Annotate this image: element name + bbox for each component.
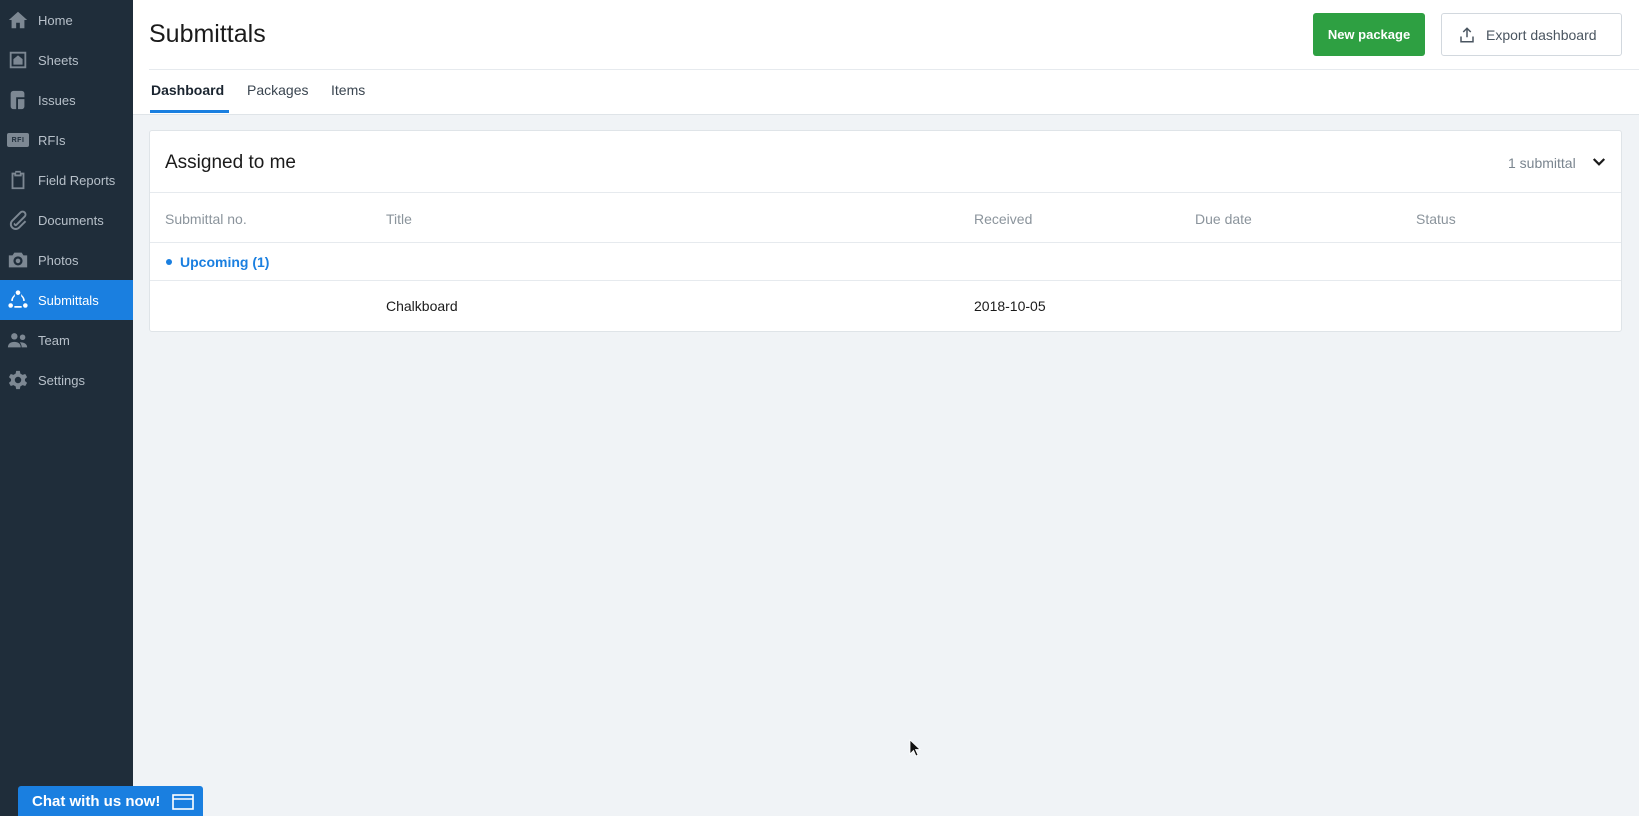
divider [150,192,1621,193]
column-header-received[interactable]: Received [974,211,1032,227]
export-dashboard-button[interactable]: Export dashboard [1441,13,1622,56]
card-title: Assigned to me [165,152,296,173]
sidebar-item-label: Issues [38,93,76,108]
header-divider [149,69,1639,70]
group-bullet [166,259,172,265]
column-header-due-date[interactable]: Due date [1195,211,1252,227]
group-upcoming[interactable]: Upcoming (1) [180,254,269,270]
new-package-button[interactable]: New package [1313,13,1425,56]
rfi-badge: RFI [7,133,29,147]
column-header-status[interactable]: Status [1416,211,1456,227]
sidebar: Home Sheets Issues RFI RFIs Field Report… [0,0,133,816]
submittals-icon [6,289,30,311]
mouse-cursor-icon [909,739,921,757]
divider [150,280,1621,281]
sidebar-item-documents[interactable]: Documents [0,200,133,240]
rfi-icon: RFI [6,129,30,151]
team-icon [6,329,30,351]
submittal-count: 1 submittal [1508,155,1576,171]
tab-packages[interactable]: Packages [247,82,308,98]
sidebar-item-sheets[interactable]: Sheets [0,40,133,80]
chat-label: Chat with us now! [32,793,161,810]
active-tab-indicator [150,110,229,113]
sidebar-item-home[interactable]: Home [0,0,133,40]
sidebar-item-team[interactable]: Team [0,320,133,360]
sidebar-item-label: Photos [38,253,79,268]
sidebar-item-label: RFIs [38,133,66,148]
sidebar-item-label: Submittals [38,293,99,308]
sidebar-item-label: Settings [38,373,85,388]
sidebar-item-rfis[interactable]: RFI RFIs [0,120,133,160]
chevron-down-icon[interactable] [1590,153,1608,171]
divider [150,242,1621,243]
clipboard-icon [6,169,30,191]
gear-icon [6,369,30,391]
cell-received: 2018-10-05 [974,298,1046,314]
sidebar-item-label: Documents [38,213,104,228]
page-title: Submittals [149,20,266,48]
sidebar-item-settings[interactable]: Settings [0,360,133,400]
assigned-to-me-card: Assigned to me 1 submittal Submittal no.… [149,130,1622,332]
export-icon [1460,27,1474,43]
sidebar-item-submittals[interactable]: Submittals [0,280,133,320]
sidebar-item-issues[interactable]: Issues [0,80,133,120]
tab-items[interactable]: Items [331,82,365,98]
export-dashboard-label: Export dashboard [1486,27,1597,43]
column-header-title[interactable]: Title [386,211,412,227]
sidebar-item-label: Home [38,13,73,28]
chat-widget-button[interactable]: Chat with us now! [18,786,203,816]
camera-icon [6,249,30,271]
sheets-icon [6,49,30,71]
paperclip-icon [6,209,30,231]
page-header: Submittals New package Export dashboard … [133,0,1639,115]
sidebar-item-label: Field Reports [38,173,116,188]
sidebar-item-label: Sheets [38,53,79,68]
column-header-submittal-no[interactable]: Submittal no. [165,211,247,227]
tab-dashboard[interactable]: Dashboard [151,82,224,98]
sidebar-item-field-reports[interactable]: Field Reports [0,160,133,200]
issues-icon [6,89,30,111]
sidebar-item-photos[interactable]: Photos [0,240,133,280]
sidebar-item-label: Team [38,333,70,348]
cell-title: Chalkboard [386,298,458,314]
home-icon [6,9,30,31]
chat-window-icon [172,794,194,810]
